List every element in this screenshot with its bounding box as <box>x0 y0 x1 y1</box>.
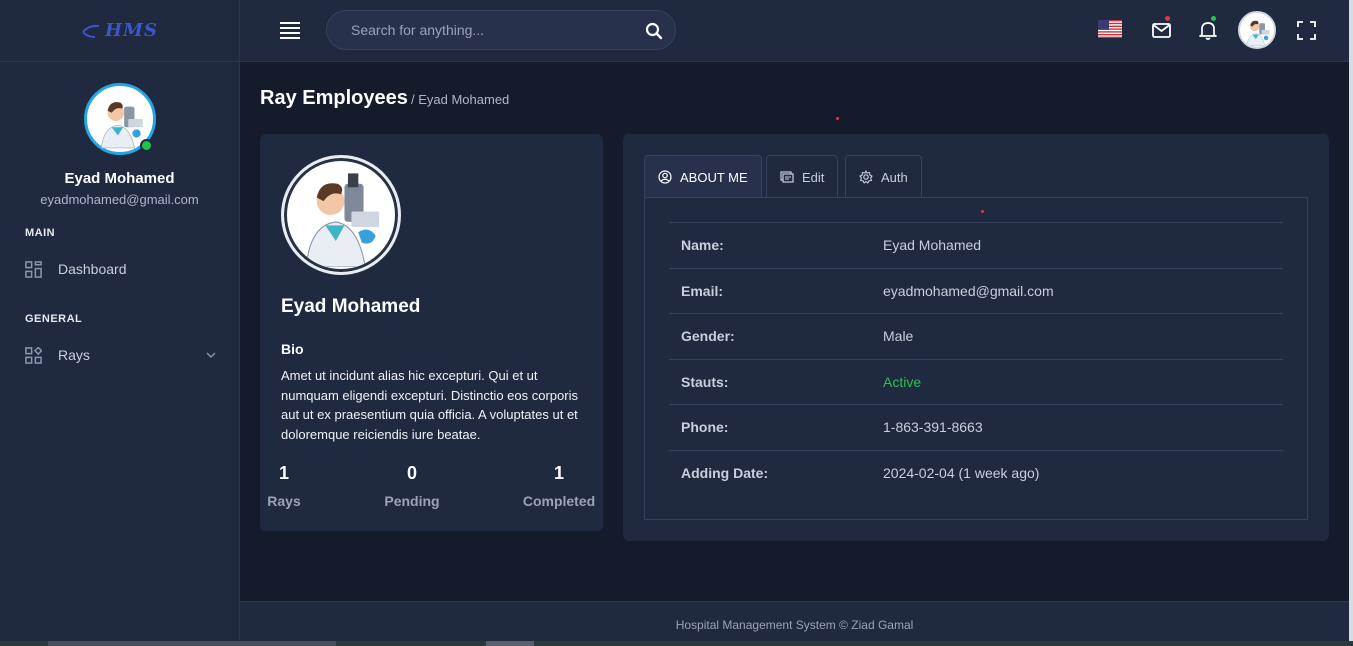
info-key: Gender: <box>681 328 735 345</box>
info-value: eyadmohamed@gmail.com <box>883 282 1054 299</box>
breadcrumb: / Eyad Mohamed <box>411 92 510 107</box>
info-table: Name: Eyad Mohamed Email: eyadmohamed@gm… <box>669 222 1283 496</box>
about-me-panel: Name: Eyad Mohamed Email: eyadmohamed@gm… <box>644 197 1308 520</box>
stat-completed: 1 Completed <box>522 463 596 509</box>
notifications-button[interactable] <box>1196 14 1220 42</box>
taskbar-item[interactable] <box>48 641 336 646</box>
info-row-status: Stauts: Active <box>669 360 1283 405</box>
info-key: Email: <box>681 282 724 299</box>
footer: Hospital Management System © Ziad Gamal <box>240 601 1349 641</box>
os-taskbar <box>0 641 1353 646</box>
menu-toggle-icon[interactable] <box>280 22 300 39</box>
info-row-adding-date: Adding Date: 2024-02-04 (1 week ago) <box>669 451 1283 497</box>
sidebar-user-email: eyadmohamed@gmail.com <box>40 192 199 207</box>
info-value: 2024-02-04 (1 week ago) <box>883 465 1040 482</box>
taskbar-item[interactable] <box>486 641 534 646</box>
tab-label: Edit <box>802 169 825 185</box>
tab-label: Auth <box>881 169 908 185</box>
footer-text: Hospital Management System © Ziad Gamal <box>675 618 914 632</box>
tab-about-me[interactable]: ABOUT ME <box>644 155 762 198</box>
online-status-dot <box>139 139 153 152</box>
app-logo[interactable]: HMS <box>81 20 158 41</box>
sidebar: HMS Eyad Mohamed eyadmohamed@gmail.com M… <box>0 0 240 641</box>
page-scrollbar[interactable] <box>1349 0 1353 641</box>
stat-label: Completed <box>522 493 596 509</box>
info-row-name: Name: Eyad Mohamed <box>669 223 1283 269</box>
info-value: 1-863-391-8663 <box>883 419 983 436</box>
fullscreen-icon[interactable] <box>1297 21 1316 40</box>
decorative-dot <box>981 210 984 213</box>
info-row-gender: Gender: Male <box>669 314 1283 360</box>
profile-name: Eyad Mohamed <box>281 296 421 317</box>
info-value: Male <box>883 328 914 345</box>
profile-avatar <box>281 155 401 275</box>
sidebar-user-name: Eyad Mohamed <box>64 170 175 187</box>
notification-badge <box>1209 14 1218 23</box>
sidebar-item-label: Dashboard <box>58 261 127 277</box>
stat-pending: 0 Pending <box>381 463 443 509</box>
bio-text: Amet ut incidunt alias hic excepturi. Qu… <box>281 368 578 442</box>
apps-icon <box>25 346 42 364</box>
info-key: Adding Date: <box>681 465 769 482</box>
search-box <box>326 10 676 50</box>
info-row-phone: Phone: 1-863-391-8663 <box>669 405 1283 451</box>
user-avatar[interactable] <box>1238 11 1276 49</box>
page-title: Ray Employees <box>260 87 408 109</box>
stat-label: Pending <box>384 493 440 509</box>
user-circle-icon <box>658 170 672 184</box>
info-row-email: Email: eyadmohamed@gmail.com <box>669 269 1283 314</box>
info-key: Phone: <box>681 419 729 436</box>
logo-text: HMS <box>105 20 158 41</box>
doctor-avatar-icon <box>1240 13 1274 47</box>
mail-button[interactable] <box>1150 14 1174 42</box>
tab-label: ABOUT ME <box>680 169 748 185</box>
search-input[interactable] <box>327 11 675 49</box>
tab-edit[interactable]: Edit <box>766 155 839 198</box>
mail-badge <box>1163 14 1172 23</box>
bio-heading: Bio <box>281 341 304 357</box>
menu-heading-general: GENERAL <box>25 313 83 325</box>
stat-value: 1 <box>278 463 289 483</box>
info-value: Eyad Mohamed <box>883 237 982 254</box>
info-key: Name: <box>681 237 724 254</box>
menu-heading-main: MAIN <box>25 227 56 239</box>
search-icon[interactable] <box>645 22 663 40</box>
dashboard-icon <box>25 260 42 278</box>
decorative-dot <box>836 117 839 120</box>
stat-value: 1 <box>553 463 564 483</box>
logo-bar: HMS <box>0 0 239 62</box>
chevron-down-icon <box>206 352 216 358</box>
us-flag-icon[interactable] <box>1098 20 1122 38</box>
stat-rays: 1 Rays <box>266 463 302 509</box>
logo-swoosh-icon <box>82 24 100 38</box>
info-key: Stauts: <box>681 373 729 390</box>
tab-auth[interactable]: Auth <box>845 155 922 198</box>
sidebar-avatar[interactable] <box>83 83 156 155</box>
stat-label: Rays <box>267 493 301 509</box>
sidebar-item-dashboard[interactable]: Dashboard <box>0 258 240 280</box>
stat-value: 0 <box>406 463 417 483</box>
doctor-avatar-icon <box>290 164 392 267</box>
edit-icon <box>780 171 794 183</box>
sidebar-item-label: Rays <box>58 347 90 363</box>
profile-card: Eyad Mohamed Bio Amet ut incidunt alias … <box>260 134 603 531</box>
details-card: ABOUT ME Edit Auth Name: Eyad Mohamed Em… <box>623 134 1329 541</box>
status-badge: Active <box>883 373 922 390</box>
sidebar-item-rays[interactable]: Rays <box>0 344 240 366</box>
topbar <box>240 0 1349 62</box>
sidebar-profile: Eyad Mohamed eyadmohamed@gmail.com <box>0 62 239 207</box>
gear-icon <box>859 170 873 184</box>
